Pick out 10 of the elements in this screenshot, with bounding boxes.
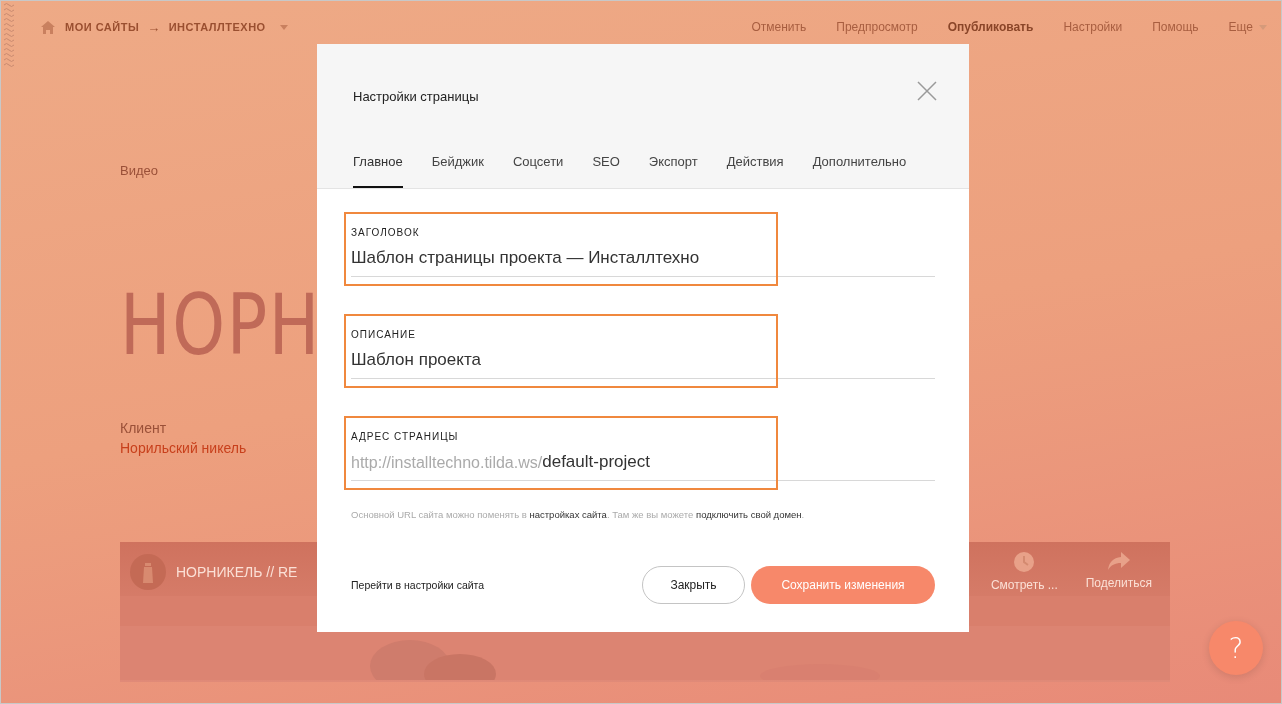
- breadcrumb-arrow: →: [147, 19, 161, 35]
- field-label: АДРЕС СТРАНИЦЫ: [351, 431, 460, 442]
- field-label: ЗАГОЛОВОК: [351, 227, 421, 238]
- field-label: ОПИСАНИЕ: [351, 329, 417, 340]
- video-title: НОРНИКЕЛЬ // RE: [176, 564, 299, 580]
- page-title: НОРН: [120, 280, 321, 370]
- url-prefix: http://installtechno.tilda.ws/: [351, 454, 543, 473]
- hint-text: Основной URL сайта можно поменять в настройках сайта. Там же вы можете подключить свой домен.: [351, 509, 806, 520]
- client-label: Клиент: [120, 420, 168, 436]
- dialog-title: Настройки страницы: [353, 88, 479, 104]
